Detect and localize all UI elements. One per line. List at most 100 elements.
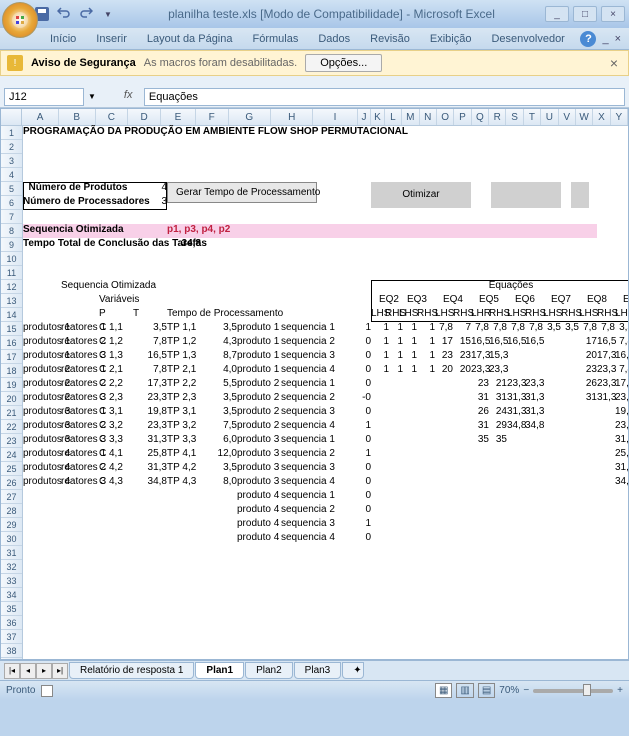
cell[interactable]: 16,5 bbox=[471, 336, 489, 347]
tab-inserir[interactable]: Inserir bbox=[86, 30, 137, 48]
row-header[interactable]: 35 bbox=[1, 602, 22, 616]
row-header[interactable]: 28 bbox=[1, 504, 22, 518]
cell[interactable]: 17 bbox=[579, 336, 597, 347]
cell[interactable]: TP 3,3 bbox=[167, 434, 196, 445]
close-button[interactable]: × bbox=[601, 6, 625, 22]
cell[interactable]: 15,3 bbox=[489, 350, 507, 361]
cell[interactable]: 1 bbox=[399, 364, 417, 375]
cell[interactable]: 31,3 bbox=[507, 392, 525, 403]
cell[interactable]: produto 1 bbox=[237, 350, 279, 361]
row-header[interactable]: 24 bbox=[1, 448, 22, 462]
cell[interactable]: 4 bbox=[133, 182, 167, 193]
row-header[interactable]: 16 bbox=[1, 336, 22, 350]
cell[interactable]: Sequencia Otimizada bbox=[23, 224, 167, 235]
col-header[interactable]: V bbox=[559, 109, 576, 125]
cell[interactable]: 0 bbox=[325, 364, 371, 375]
namebox-dropdown-icon[interactable]: ▼ bbox=[88, 92, 96, 101]
cell[interactable]: 23,3 bbox=[597, 364, 615, 375]
cell[interactable]: EQ8 bbox=[579, 294, 615, 305]
col-header[interactable]: W bbox=[576, 109, 593, 125]
cell[interactable]: 0 bbox=[325, 490, 371, 501]
cell[interactable]: LHS bbox=[507, 308, 525, 319]
cell[interactable]: 34,8 bbox=[167, 238, 201, 249]
col-header[interactable]: E bbox=[161, 109, 196, 125]
cell[interactable]: 23,3 bbox=[133, 392, 167, 403]
maximize-button[interactable]: □ bbox=[573, 6, 597, 22]
zoom-in-icon[interactable]: + bbox=[617, 685, 623, 696]
cell[interactable]: C 1,1 bbox=[99, 322, 123, 333]
cell[interactable]: 34,8 bbox=[615, 476, 629, 487]
cell[interactable]: LHS bbox=[615, 308, 629, 319]
cell[interactable]: 23 bbox=[435, 350, 453, 361]
row-header[interactable]: 34 bbox=[1, 588, 22, 602]
otimizar-button[interactable]: Otimizar bbox=[371, 182, 471, 208]
cell[interactable]: 8,0 bbox=[203, 476, 237, 487]
cell[interactable]: 23,3 bbox=[471, 364, 489, 375]
row-header[interactable]: 30 bbox=[1, 532, 22, 546]
cell[interactable]: Sequencia Otimizada bbox=[61, 280, 181, 291]
office-button[interactable] bbox=[2, 2, 38, 38]
cell[interactable]: 7,8 bbox=[615, 336, 629, 347]
cell[interactable]: produto 1 bbox=[237, 336, 279, 347]
row-header[interactable]: 10 bbox=[1, 252, 22, 266]
cell[interactable]: TP 1,3 bbox=[167, 350, 196, 361]
row-header[interactable]: 15 bbox=[1, 322, 22, 336]
cell[interactable]: 16,5 bbox=[525, 336, 543, 347]
cell[interactable]: TP 2,1 bbox=[167, 364, 196, 375]
qat-dropdown-icon[interactable]: ▼ bbox=[98, 4, 118, 24]
cell[interactable]: 34,8 bbox=[525, 420, 543, 431]
minimize-button[interactable]: _ bbox=[545, 6, 569, 22]
row-header[interactable]: 6 bbox=[1, 196, 22, 210]
cell[interactable]: 1 bbox=[417, 364, 435, 375]
col-header[interactable]: R bbox=[489, 109, 506, 125]
fx-icon[interactable]: fx bbox=[124, 89, 140, 105]
security-options-button[interactable]: Opções... bbox=[305, 54, 382, 72]
cell[interactable]: 3,5 bbox=[543, 322, 561, 333]
cell[interactable]: 7,8 bbox=[597, 322, 615, 333]
row-header[interactable]: 33 bbox=[1, 574, 22, 588]
cell[interactable]: produto 2 bbox=[237, 392, 279, 403]
cell[interactable]: 1 bbox=[399, 322, 417, 333]
redo-icon[interactable] bbox=[76, 4, 96, 24]
cell[interactable]: 31,3 bbox=[507, 406, 525, 417]
cell[interactable]: 16,5 bbox=[615, 350, 629, 361]
cell[interactable]: Variáveis bbox=[99, 294, 179, 305]
cell[interactable]: 4,0 bbox=[203, 364, 237, 375]
row-header[interactable]: 2 bbox=[1, 140, 22, 154]
col-header[interactable]: O bbox=[437, 109, 454, 125]
col-header[interactable]: I bbox=[313, 109, 357, 125]
cell[interactable]: 7,5 bbox=[203, 420, 237, 431]
cell[interactable]: 31,3 bbox=[615, 462, 629, 473]
view-break-icon[interactable]: ▤ bbox=[478, 683, 495, 698]
cell[interactable]: 23,3 bbox=[489, 364, 507, 375]
row-header[interactable]: 38 bbox=[1, 644, 22, 658]
cell[interactable]: 23 bbox=[579, 364, 597, 375]
cell[interactable]: 23 bbox=[453, 350, 471, 361]
cell[interactable]: C 4,1 bbox=[99, 448, 123, 459]
cell[interactable]: 7,8 bbox=[525, 322, 543, 333]
cell[interactable]: 23,3 bbox=[597, 378, 615, 389]
cell[interactable]: TP 4,3 bbox=[167, 476, 196, 487]
col-header[interactable]: X bbox=[593, 109, 610, 125]
col-header[interactable]: N bbox=[420, 109, 437, 125]
cell[interactable]: 1 bbox=[325, 518, 371, 529]
cell[interactable]: 3,5 bbox=[203, 322, 237, 333]
cell[interactable]: 31 bbox=[579, 392, 597, 403]
sheet-tab-3[interactable]: Plan3 bbox=[294, 662, 342, 679]
cell[interactable]: TP 2,2 bbox=[167, 378, 196, 389]
tab-revisao[interactable]: Revisão bbox=[360, 30, 420, 48]
cell[interactable]: produto 3 bbox=[237, 462, 279, 473]
ribbon-min-icon[interactable]: _ bbox=[602, 33, 608, 45]
cell[interactable]: EQ4 bbox=[435, 294, 471, 305]
cell[interactable]: C 4,2 bbox=[99, 462, 123, 473]
cell[interactable]: Equações bbox=[471, 280, 551, 291]
cell[interactable]: 3 bbox=[133, 196, 167, 207]
cell[interactable]: 26 bbox=[471, 406, 489, 417]
row-header[interactable]: 17 bbox=[1, 350, 22, 364]
cell[interactable]: 1 bbox=[325, 420, 371, 431]
cell[interactable]: Número de Produtos bbox=[23, 182, 133, 193]
col-header[interactable]: J bbox=[358, 109, 372, 125]
cell[interactable]: 19,8 bbox=[133, 406, 167, 417]
col-header[interactable]: M bbox=[402, 109, 419, 125]
cell[interactable]: 31,3 bbox=[615, 434, 629, 445]
